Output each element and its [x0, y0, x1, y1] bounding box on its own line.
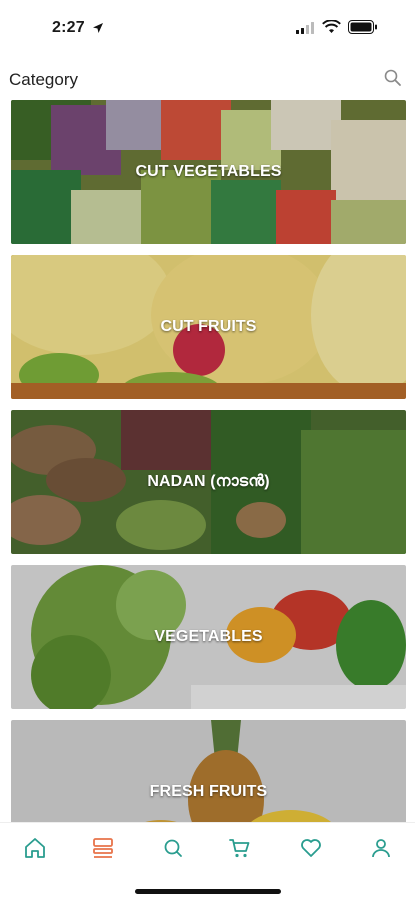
cart-icon	[229, 839, 250, 858]
category-list-icon	[93, 838, 113, 858]
tab-categories[interactable]	[88, 833, 118, 863]
category-label: VEGETABLES	[154, 628, 263, 645]
tab-cart[interactable]	[225, 833, 255, 863]
tab-wishlist[interactable]	[296, 833, 326, 863]
category-label: CUT VEGETABLES	[135, 163, 282, 180]
search-icon	[164, 839, 182, 857]
home-indicator	[135, 889, 281, 894]
category-card-cut-fruits[interactable]: CUT FRUITS	[11, 255, 406, 399]
tab-search[interactable]	[158, 833, 188, 863]
wifi-icon	[322, 20, 341, 33]
search-icon[interactable]	[383, 68, 403, 88]
category-label: CUT FRUITS	[160, 318, 257, 335]
home-icon	[25, 838, 45, 858]
category-card-vegetables[interactable]: VEGETABLES	[11, 565, 406, 709]
category-list: CUT VEGETABLES CUT FRUITS NADAN (നാടൻ) V…	[0, 100, 415, 822]
status-time: 2:27	[52, 19, 85, 36]
heart-icon	[301, 839, 321, 857]
category-label: NADAN (നാടൻ)	[147, 473, 270, 490]
bottom-tab-bar	[0, 822, 415, 900]
battery-icon	[348, 20, 377, 34]
tab-home[interactable]	[20, 833, 50, 863]
header: Category	[0, 62, 415, 96]
category-label: FRESH FRUITS	[149, 783, 268, 800]
category-card-fresh-fruits[interactable]: FRESH FRUITS	[11, 720, 406, 822]
user-icon	[372, 839, 390, 858]
page-title: Category	[9, 70, 78, 89]
category-card-cut-vegetables[interactable]: CUT VEGETABLES	[11, 100, 406, 244]
cellular-signal-icon	[296, 22, 314, 34]
tab-profile[interactable]	[366, 833, 396, 863]
category-card-nadan[interactable]: NADAN (നാടൻ)	[11, 410, 406, 554]
location-arrow-icon	[93, 23, 103, 33]
status-bar: 2:27	[0, 0, 415, 58]
